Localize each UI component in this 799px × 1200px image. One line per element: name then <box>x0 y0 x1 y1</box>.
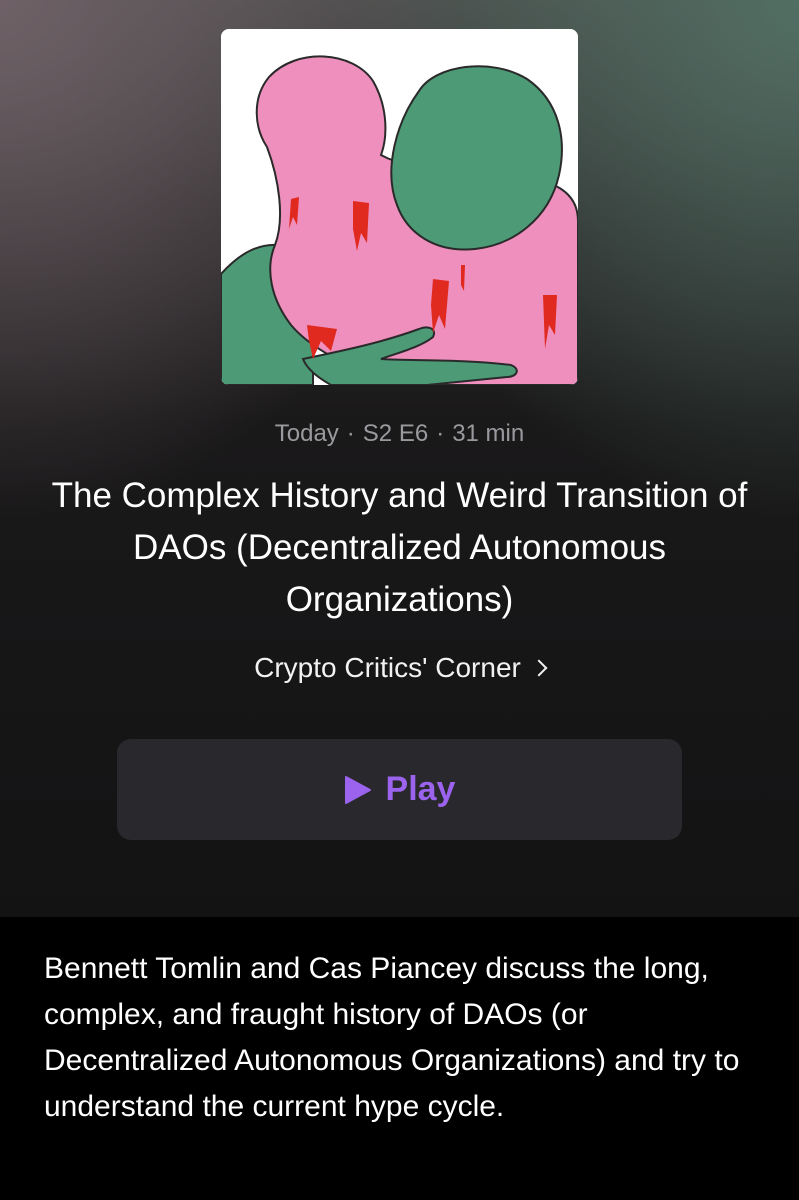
meta-separator: · <box>436 420 445 447</box>
podcast-artwork <box>221 29 578 385</box>
episode-duration: 31 min <box>452 420 525 447</box>
episode-number: S2 E6 <box>362 420 429 447</box>
play-icon <box>344 775 372 805</box>
show-link[interactable]: Crypto Critics' Corner <box>0 648 799 688</box>
episode-date: Today <box>274 420 339 447</box>
meta-separator: · <box>346 420 355 447</box>
play-label: Play <box>385 770 456 808</box>
episode-header: Today · S2 E6 · 31 min The Complex History a… <box>0 0 799 917</box>
play-button[interactable]: Play <box>117 739 682 840</box>
episode-title: The Complex History and Weird Transition… <box>51 476 748 619</box>
show-name: Crypto Critics' Corner <box>254 652 521 683</box>
chevron-right-icon <box>530 659 548 677</box>
episode-description: Bennett Tomlin and Cas Piancey discuss t… <box>44 952 740 1123</box>
episode-meta: Today · S2 E6 · 31 min <box>0 417 799 451</box>
